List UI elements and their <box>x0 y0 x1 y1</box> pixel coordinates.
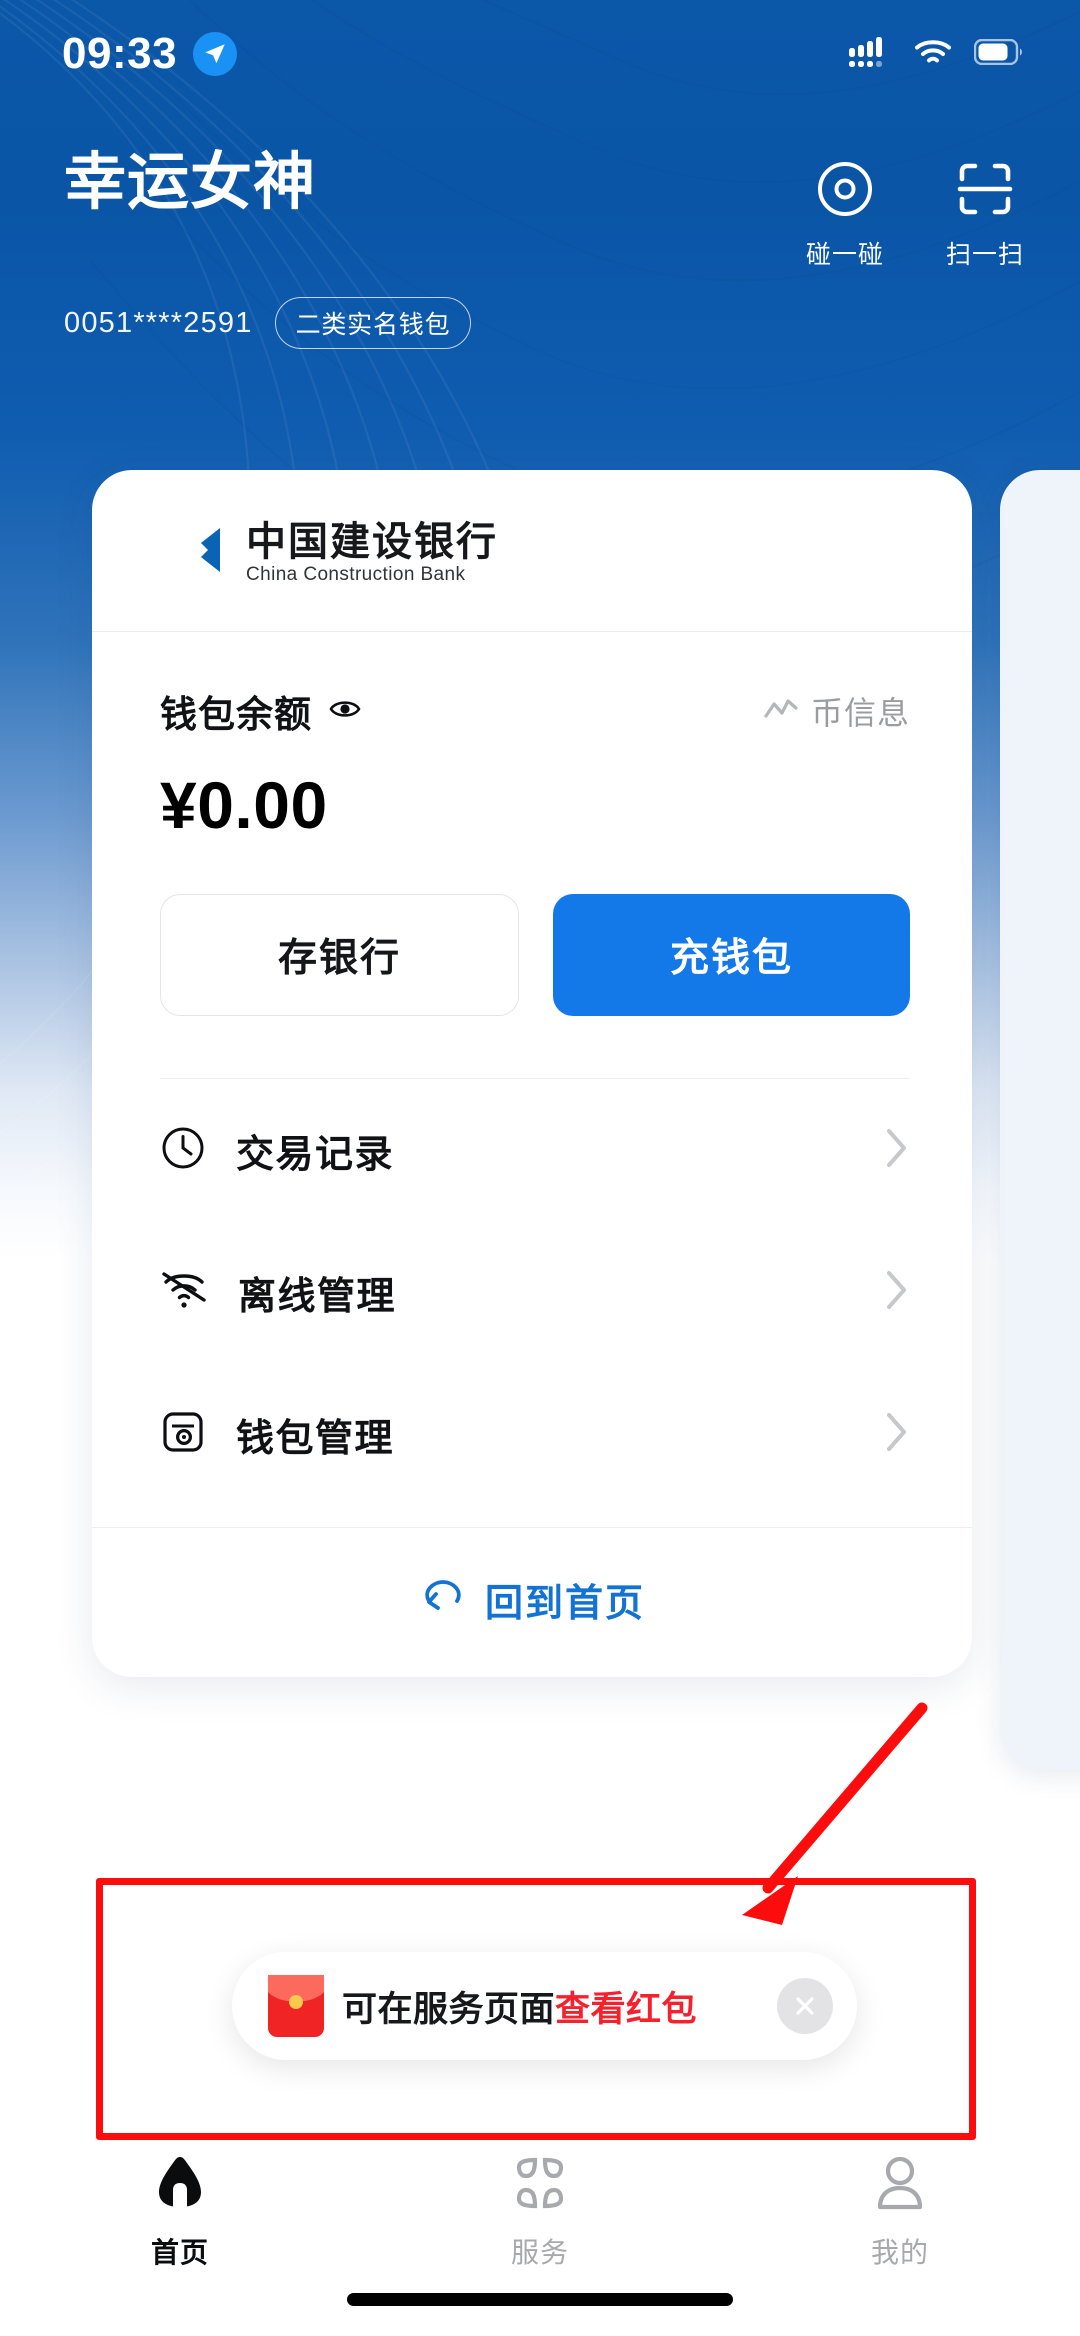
wifi-icon <box>914 38 952 71</box>
account-number: 0051****2591 <box>64 306 253 339</box>
tab-home[interactable]: 首页 <box>0 2154 360 2271</box>
scan-qr-icon <box>954 158 1016 225</box>
topup-wallet-button[interactable]: 充钱包 <box>553 894 910 1016</box>
header-actions: 碰一碰 扫一扫 <box>806 150 1024 271</box>
menu-label-wallet-management: 钱包管理 <box>236 1417 395 1460</box>
red-envelope-icon <box>268 1975 324 2037</box>
scan-qr-button[interactable]: 扫一扫 <box>946 158 1024 271</box>
home-icon <box>149 2154 211 2217</box>
header-top-row: 幸运女神 碰一碰 扫一扫 <box>0 150 1080 271</box>
currency-info-label: 币信息 <box>810 695 910 731</box>
chevron-right-icon <box>884 1126 910 1175</box>
eye-visibility-icon[interactable] <box>328 692 362 731</box>
status-bar-right <box>848 36 1024 73</box>
menu-item-transaction-records[interactable]: 交易记录 <box>160 1079 910 1221</box>
chevron-right-icon <box>884 1268 910 1317</box>
close-icon[interactable] <box>777 1978 833 2034</box>
red-packet-toast: 可在服务页面查看红包 <box>232 1952 857 2060</box>
back-to-home-link[interactable]: 回到首页 <box>92 1527 972 1677</box>
toast-message-normal: 可在服务页面 <box>342 1989 556 2029</box>
status-bar-time: 09:33 <box>62 29 178 78</box>
toast-message-highlight[interactable]: 查看红包 <box>555 1990 697 2029</box>
deposit-to-bank-button[interactable]: 存银行 <box>160 894 519 1016</box>
menu-item-offline-management[interactable]: 离线管理 <box>160 1221 910 1363</box>
wallet-menu-list: 交易记录 离线管理 钱包管理 <box>92 1078 972 1505</box>
menu-label-offline-management: 离线管理 <box>238 1275 397 1318</box>
wifi-off-icon <box>160 1269 208 1316</box>
tab-label-services: 服务 <box>510 2237 569 2268</box>
user-profile-icon <box>869 2154 931 2217</box>
menu-label-transaction-records: 交易记录 <box>236 1133 395 1176</box>
toast-message: 可在服务页面查看红包 <box>342 1981 759 2032</box>
back-to-home-label: 回到首页 <box>484 1583 645 1625</box>
annotation-arrow-icon <box>742 1702 928 1925</box>
bank-name-en: China Construction Bank <box>246 563 466 585</box>
nfc-tap-icon <box>814 158 876 225</box>
status-bar: 09:33 <box>0 0 1080 108</box>
balance-section: 钱包余额 币信息 ¥0.00 <box>92 632 972 838</box>
nfc-tap-button[interactable]: 碰一碰 <box>806 158 884 271</box>
balance-label-group: 钱包余额 <box>160 684 362 738</box>
page-header: 幸运女神 碰一碰 扫一扫 0051****2591 二类实名钱包 <box>0 150 1080 349</box>
chevron-right-icon <box>884 1410 910 1459</box>
balance-label: 钱包余额 <box>160 694 312 735</box>
app-screen: 09:33 幸运女神 碰一碰 扫一扫 0051****2591 二类实名钱包 中… <box>0 0 1080 2336</box>
next-card-preview[interactable] <box>1000 470 1080 1770</box>
home-indicator[interactable] <box>347 2293 733 2306</box>
user-name: 幸运女神 <box>64 148 317 217</box>
menu-item-wallet-management[interactable]: 钱包管理 <box>160 1363 910 1505</box>
status-bar-left: 09:33 <box>62 29 238 78</box>
card-action-buttons: 存银行 充钱包 <box>92 838 972 1078</box>
bank-name-block: 中国建设银行 China Construction Bank <box>246 522 498 584</box>
wallet-card: 中国建设银行 China Construction Bank 钱包余额 币信息 … <box>92 470 972 1677</box>
return-arrow-icon <box>419 1577 467 1622</box>
tab-profile[interactable]: 我的 <box>720 2154 1080 2271</box>
nfc-tap-label: 碰一碰 <box>805 241 884 269</box>
balance-header-row: 钱包余额 币信息 <box>160 684 910 738</box>
balance-amount: ¥0.00 <box>160 768 328 842</box>
bank-logo-row: 中国建设银行 China Construction Bank <box>92 470 972 631</box>
tab-services[interactable]: 服务 <box>360 2154 720 2271</box>
tab-label-profile: 我的 <box>870 2237 929 2268</box>
account-row: 0051****2591 二类实名钱包 <box>0 297 1080 349</box>
currency-info-button[interactable]: 币信息 <box>763 688 910 734</box>
battery-icon <box>973 38 1024 70</box>
bank-name-cn: 中国建设银行 <box>246 519 498 564</box>
location-arrow-icon <box>193 32 238 76</box>
scan-qr-label: 扫一扫 <box>945 241 1024 269</box>
clock-icon <box>160 1125 206 1176</box>
line-chart-icon <box>763 696 799 727</box>
cellular-signal-icon <box>848 36 892 73</box>
ccb-logo-icon <box>160 518 224 587</box>
tab-label-home: 首页 <box>150 2237 209 2268</box>
wallet-icon <box>160 1409 206 1460</box>
grid-services-icon <box>509 2154 571 2217</box>
account-type-badge[interactable]: 二类实名钱包 <box>274 297 472 349</box>
